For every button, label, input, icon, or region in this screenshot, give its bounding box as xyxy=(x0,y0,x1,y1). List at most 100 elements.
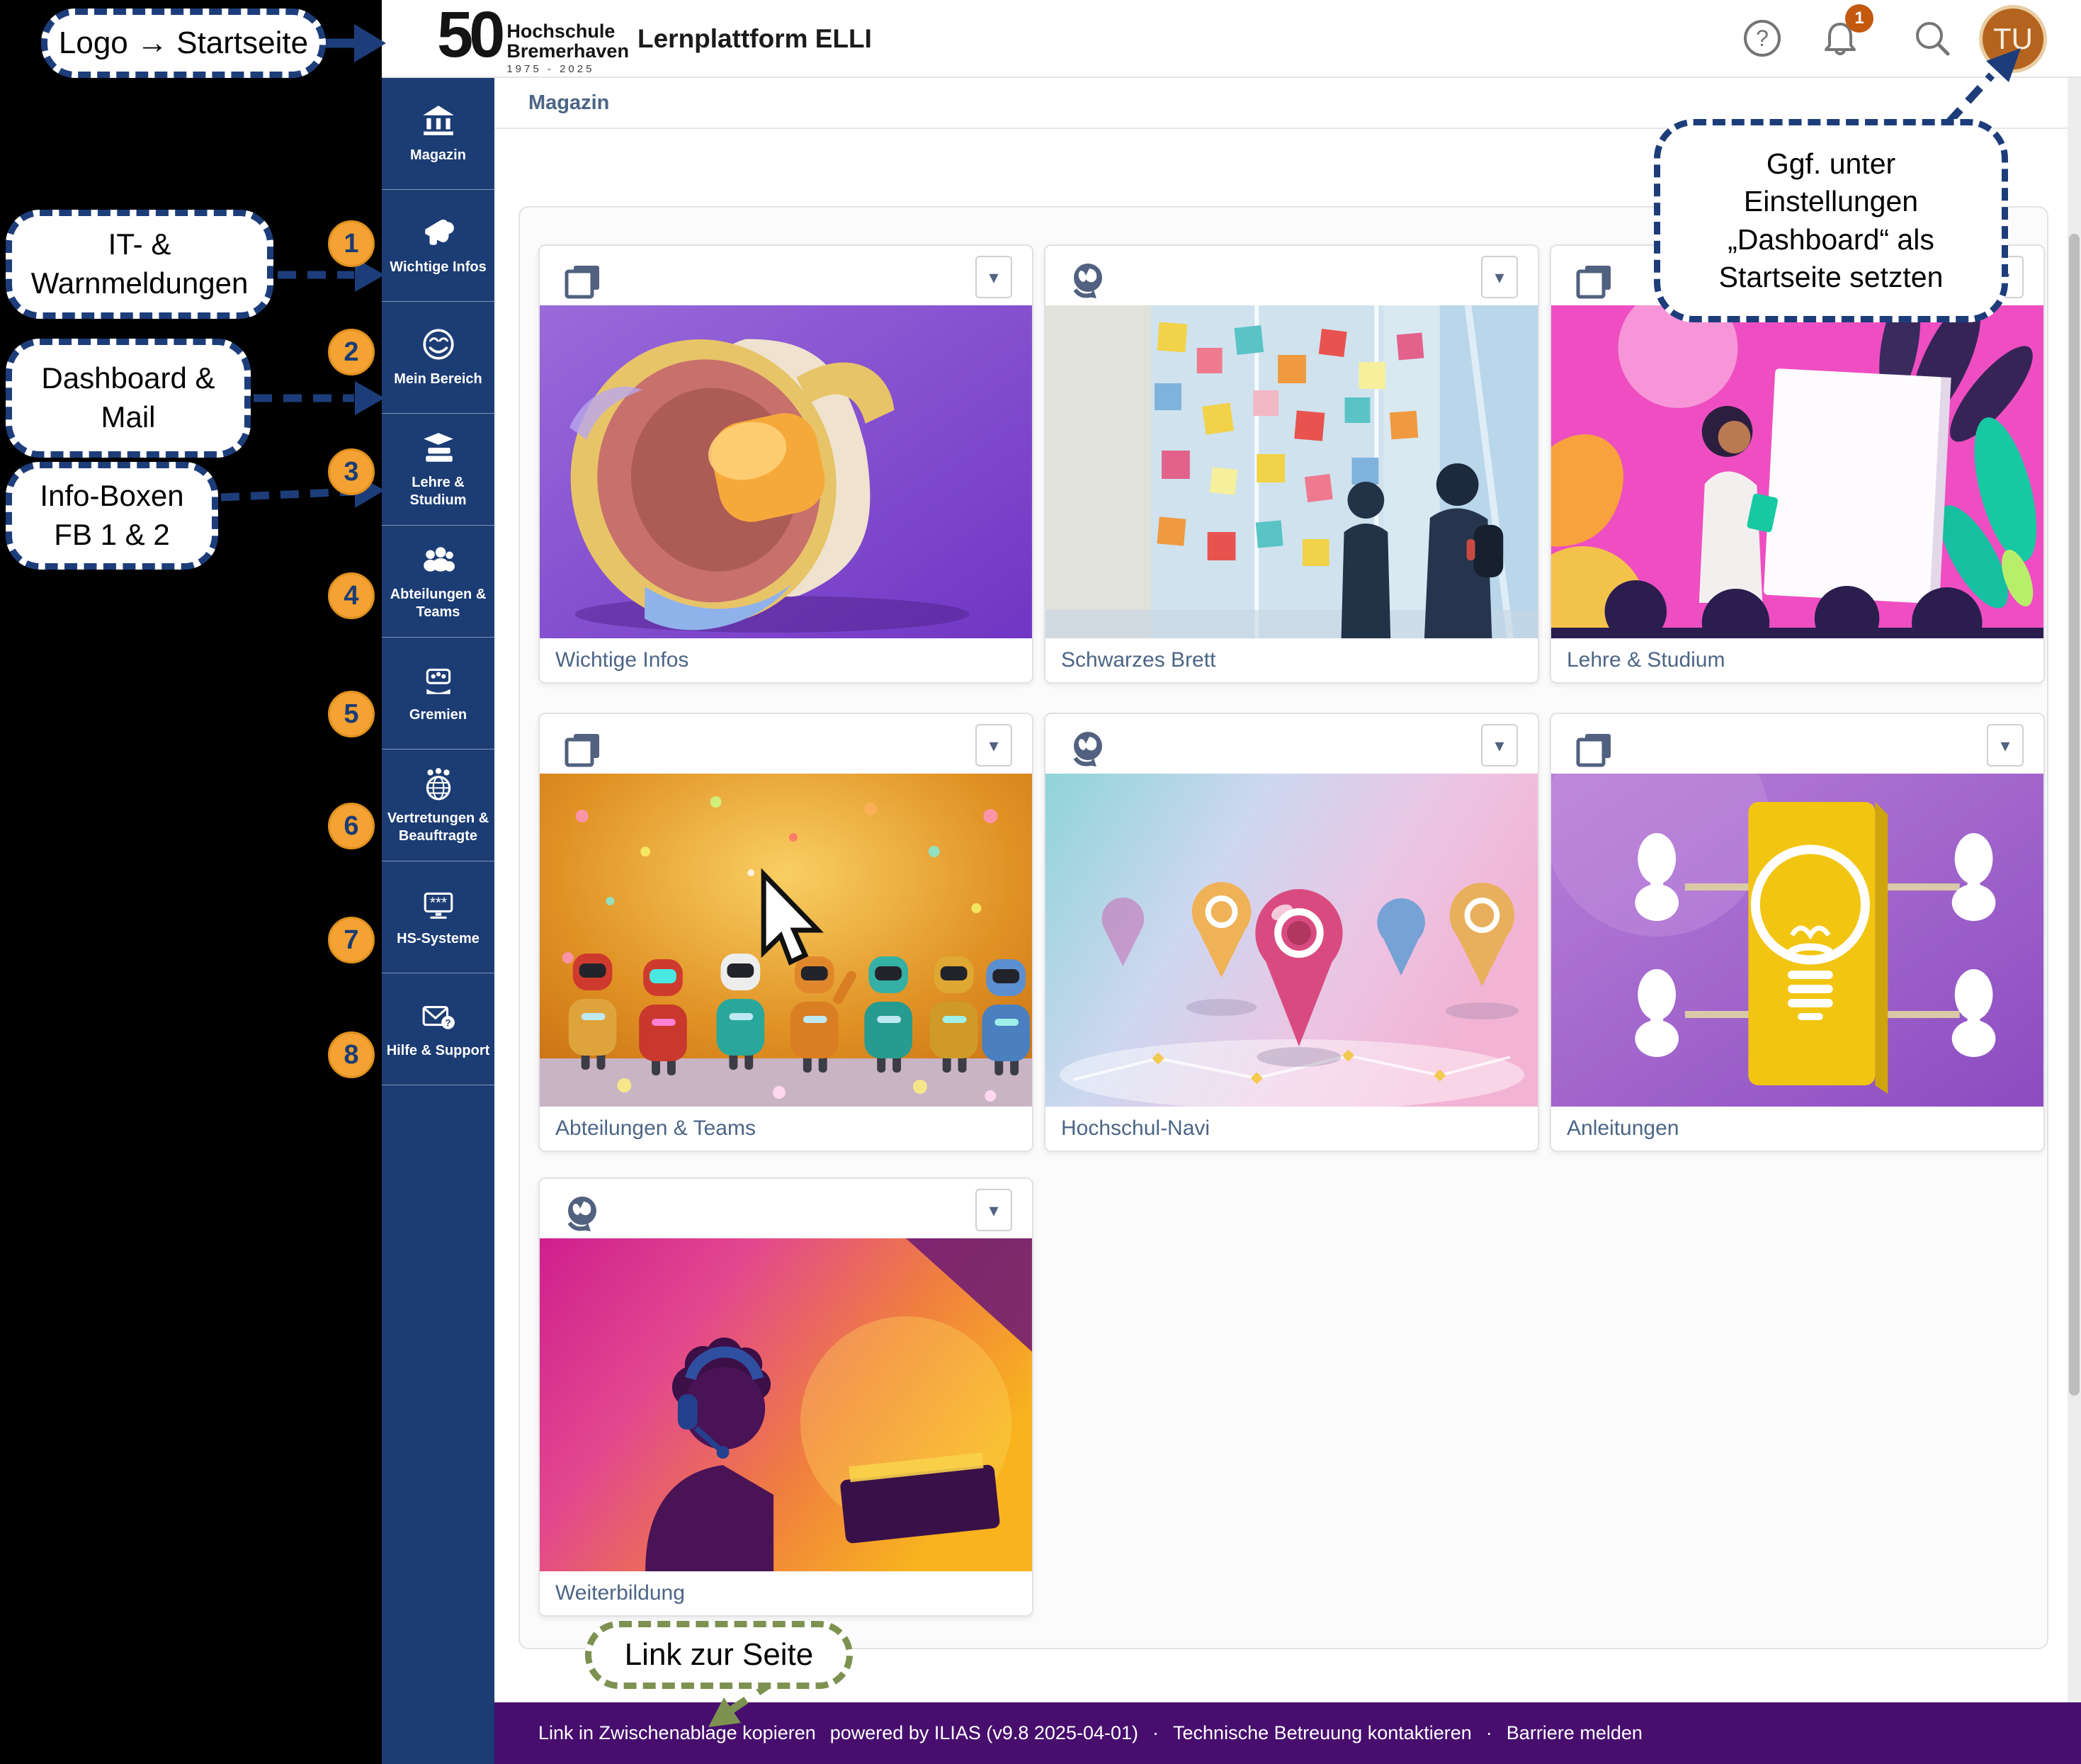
chevron-down-icon: ▾ xyxy=(989,735,998,757)
sidebar-item-label: Mein Bereich xyxy=(390,371,485,388)
help-icon[interactable]: ? xyxy=(1742,18,1782,58)
tile-actions-dropdown[interactable]: ▾ xyxy=(975,724,1012,767)
annotation-logo-callout: Logo → Startseite xyxy=(41,9,326,78)
chevron-down-icon: ▾ xyxy=(989,266,998,288)
tile-image-headphones-learner[interactable] xyxy=(540,1238,1032,1571)
step-number-1: 1 xyxy=(328,220,375,267)
tile-title[interactable]: Abteilungen & Teams xyxy=(540,1107,1032,1150)
sidebar-item-label: Lehre & Studium xyxy=(382,474,494,509)
tile-actions-dropdown[interactable]: ▾ xyxy=(1987,724,2024,767)
tile-anleitungen[interactable]: ▾ xyxy=(1550,713,2045,1152)
tile-image-presentation[interactable] xyxy=(1551,305,2043,638)
folder-icon xyxy=(1574,730,1615,771)
books-icon xyxy=(421,430,456,465)
annotation-it-warnmeldungen-callout: IT- & Warnmeldungen xyxy=(6,210,273,319)
sidebar-item-label: HS-Systeme xyxy=(393,930,483,948)
sidebar-item-abteilungen-teams[interactable]: Abteilungen & Teams xyxy=(382,526,494,638)
chevron-down-icon: ▾ xyxy=(1495,735,1504,757)
tile-image-lightbulb[interactable] xyxy=(1551,774,2043,1107)
tile-image-sticky-notes[interactable] xyxy=(1045,305,1538,638)
svg-text:?: ? xyxy=(445,1018,450,1029)
tile-title[interactable]: Wichtige Infos xyxy=(540,638,1032,682)
monitor-icon: *** xyxy=(421,886,456,922)
footer-separator: · xyxy=(1152,1722,1159,1744)
copy-link-to-clipboard[interactable]: Link in Zwischenablage kopieren xyxy=(538,1722,816,1744)
step-number-7: 7 xyxy=(328,917,375,963)
annotation-link-zur-seite-callout: Link zur Seite xyxy=(585,1621,853,1689)
tile-image-map-pins[interactable] xyxy=(1045,774,1538,1107)
breadcrumb[interactable]: Magazin xyxy=(528,91,609,115)
folder-icon xyxy=(1574,261,1615,303)
sidebar-item-gremien[interactable]: Gremien xyxy=(382,638,494,750)
user-avatar[interactable]: TU xyxy=(1979,5,2047,73)
smiley-icon xyxy=(421,327,456,362)
chevron-down-icon: ▾ xyxy=(2000,735,2009,757)
sidebar-item-vertretungen-beauftragte[interactable]: Vertretungen & Beauftragte xyxy=(382,750,494,861)
folder-icon xyxy=(562,261,603,303)
megaphone-icon xyxy=(421,215,456,250)
university-logo[interactable]: 50 Hochschule Bremerhaven 1975 - 2025 xyxy=(437,4,629,75)
tile-title[interactable]: Anleitungen xyxy=(1551,1107,2043,1150)
bank-icon xyxy=(421,103,456,138)
notification-count-badge: 1 xyxy=(1845,4,1873,33)
svg-text:?: ? xyxy=(1756,26,1769,51)
sidebar-item-label: Hilfe & Support xyxy=(383,1042,494,1060)
sidebar-item-wichtige-infos[interactable]: Wichtige Infos xyxy=(382,190,494,302)
sidebar-item-hilfe-support[interactable]: ? Hilfe & Support xyxy=(382,973,494,1085)
tile-actions-dropdown[interactable]: ▾ xyxy=(975,256,1012,298)
tile-title[interactable]: Lehre & Studium xyxy=(1551,638,2043,682)
globe-people-icon xyxy=(421,766,456,801)
sidebar-item-label: Abteilungen & Teams xyxy=(382,586,494,621)
logo-50: 50 xyxy=(437,4,501,75)
step-number-3: 3 xyxy=(328,448,375,495)
weblink-icon xyxy=(1068,730,1109,771)
search-icon[interactable] xyxy=(1912,18,1952,58)
report-barrier-link[interactable]: Barriere melden xyxy=(1507,1722,1643,1744)
sidebar-item-mein-bereich[interactable]: Mein Bereich xyxy=(382,302,494,414)
tile-title[interactable]: Schwarzes Brett xyxy=(1045,638,1538,682)
tile-actions-dropdown[interactable]: ▾ xyxy=(1481,724,1518,767)
page-title: Lernplattform ELLI xyxy=(637,24,872,54)
main-navigation-sidebar: Magazin Wichtige Infos Mein Bereich Lehr… xyxy=(382,78,494,1764)
tile-schwarzes-brett[interactable]: ▾ xyxy=(1044,244,1539,684)
sidebar-item-hs-systeme[interactable]: *** HS-Systeme xyxy=(382,861,494,973)
step-number-5: 5 xyxy=(328,691,375,737)
folder-icon xyxy=(562,730,603,771)
tile-abteilungen-teams[interactable]: ▾ xyxy=(538,713,1033,1152)
step-number-8: 8 xyxy=(328,1031,375,1078)
tile-weiterbildung[interactable]: ▾ xyxy=(538,1177,1033,1617)
vertical-scrollbar-thumb[interactable] xyxy=(2069,234,2080,1396)
weblink-icon xyxy=(1068,261,1109,303)
logo-line1: Hochschule xyxy=(506,21,629,41)
sidebar-item-label: Gremien xyxy=(406,706,470,724)
tile-title[interactable]: Hochschul-Navi xyxy=(1045,1107,1538,1150)
footer-separator: · xyxy=(1486,1722,1492,1744)
main-content: ▾ xyxy=(494,129,2081,1702)
tile-title[interactable]: Weiterbildung xyxy=(540,1571,1032,1615)
tile-wichtige-infos[interactable]: ▾ xyxy=(538,244,1033,684)
tile-hochschul-navi[interactable]: ▾ xyxy=(1044,713,1539,1152)
committee-icon xyxy=(421,662,456,698)
tile-actions-dropdown[interactable]: ▾ xyxy=(1481,256,1518,298)
people-icon xyxy=(421,542,456,577)
top-header: 50 Hochschule Bremerhaven 1975 - 2025 Le… xyxy=(382,0,2081,78)
step-number-2: 2 xyxy=(328,329,375,375)
weblink-icon xyxy=(562,1194,603,1236)
annotated-screenshot-canvas: 50 Hochschule Bremerhaven 1975 - 2025 Le… xyxy=(0,0,2081,1764)
logo-years: 1975 - 2025 xyxy=(506,63,629,75)
sidebar-item-magazin[interactable]: Magazin xyxy=(382,78,494,190)
sidebar-item-lehre-studium[interactable]: Lehre & Studium xyxy=(382,414,494,526)
sidebar-item-label: Wichtige Infos xyxy=(386,259,489,276)
tile-image-robots[interactable] xyxy=(540,774,1032,1107)
footer-bar: Link in Zwischenablage kopieren powered … xyxy=(494,1702,2081,1764)
tile-actions-dropdown[interactable]: ▾ xyxy=(975,1189,1012,1231)
tile-image-megaphone[interactable] xyxy=(540,305,1032,638)
svg-text:***: *** xyxy=(429,895,446,911)
step-number-4: 4 xyxy=(328,572,375,619)
contact-support-link[interactable]: Technische Betreuung kontaktieren xyxy=(1173,1722,1472,1744)
logo-line2: Bremerhaven xyxy=(506,41,629,61)
chevron-down-icon: ▾ xyxy=(989,1199,998,1221)
annotation-dashboard-mail-callout: Dashboard & Mail xyxy=(6,339,251,458)
sidebar-item-label: Vertretungen & Beauftragte xyxy=(382,810,494,845)
powered-by-ilias[interactable]: powered by ILIAS (v9.8 2025-04-01) xyxy=(830,1722,1138,1744)
